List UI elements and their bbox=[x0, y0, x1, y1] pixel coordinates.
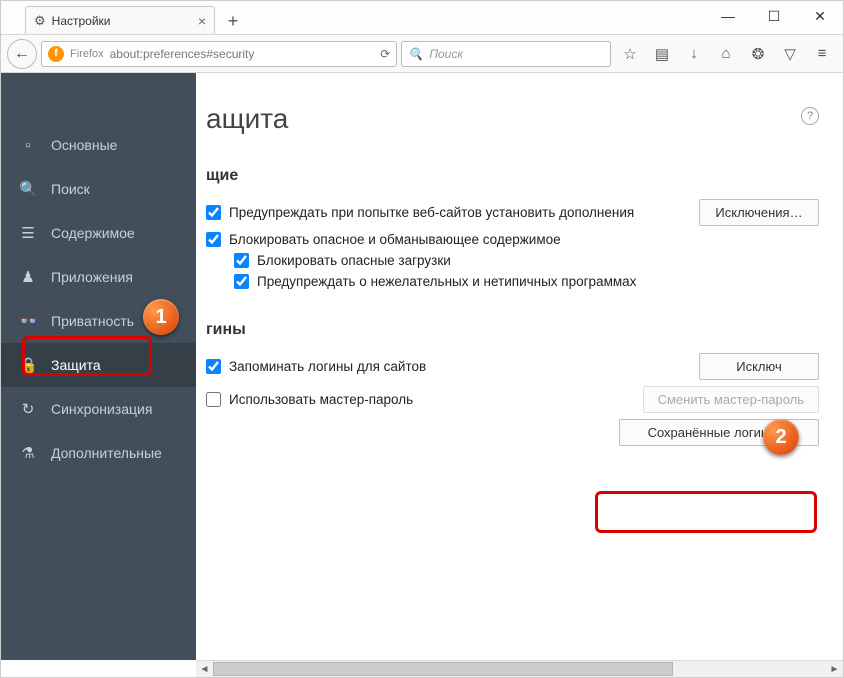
firefox-icon: f bbox=[48, 46, 64, 62]
sync-icon[interactable]: ❂ bbox=[743, 39, 773, 69]
tab-settings[interactable]: ⚙ Настройки × bbox=[25, 6, 215, 34]
tab-close-icon[interactable]: × bbox=[198, 13, 206, 29]
sync-sidebar-icon: ↻ bbox=[19, 400, 37, 418]
scroll-right-arrow[interactable]: ► bbox=[826, 661, 843, 678]
search-icon: 🔍 bbox=[408, 47, 423, 61]
section-logins-heading: гины bbox=[206, 321, 819, 339]
url-bar[interactable]: f Firefox about:preferences#security ⟳ bbox=[41, 41, 397, 67]
sidebar-item-label: Основные bbox=[51, 137, 117, 153]
applications-icon: ♟ bbox=[19, 268, 37, 286]
search-bar[interactable]: 🔍 Поиск bbox=[401, 41, 611, 67]
advanced-icon: ⚗ bbox=[19, 444, 37, 462]
pocket-icon[interactable]: ▽ bbox=[775, 39, 805, 69]
use-master-password-checkbox[interactable] bbox=[206, 392, 221, 407]
use-master-password-label: Использовать мастер-пароль bbox=[229, 392, 413, 407]
sidebar-item-label: Синхронизация bbox=[51, 401, 152, 417]
sidebar-item-label: Содержимое bbox=[51, 225, 135, 241]
reload-icon[interactable]: ⟳ bbox=[380, 47, 390, 61]
block-dangerous-label: Блокировать опасное и обманывающее содер… bbox=[229, 232, 561, 247]
search-placeholder: Поиск bbox=[429, 47, 463, 61]
scroll-thumb[interactable] bbox=[213, 662, 673, 676]
page-title: ащита bbox=[206, 103, 819, 135]
url-text: about:preferences#security bbox=[110, 47, 255, 61]
sidebar-item-advanced[interactable]: ⚗ Дополнительные bbox=[1, 431, 196, 475]
privacy-icon: 👓 bbox=[19, 312, 37, 330]
search-icon: 🔍 bbox=[19, 180, 37, 198]
sidebar-item-sync[interactable]: ↻ Синхронизация bbox=[1, 387, 196, 431]
window-close-button[interactable]: ✕ bbox=[797, 1, 843, 31]
navbar: ← f Firefox about:preferences#security ⟳… bbox=[1, 35, 843, 73]
block-downloads-label: Блокировать опасные загрузки bbox=[257, 253, 451, 268]
scroll-track[interactable] bbox=[213, 661, 826, 677]
change-master-password-button[interactable]: Сменить мастер-пароль bbox=[643, 386, 819, 413]
warn-addons-label: Предупреждать при попытке веб-сайтов уст… bbox=[229, 205, 634, 220]
identity-label: Firefox bbox=[70, 48, 104, 60]
back-button[interactable]: ← bbox=[7, 39, 37, 69]
bookmark-star-icon[interactable]: ☆ bbox=[615, 39, 645, 69]
exceptions-button[interactable]: Исключения… bbox=[699, 199, 819, 226]
menu-icon[interactable]: ≡ bbox=[807, 39, 837, 69]
block-dangerous-checkbox[interactable] bbox=[206, 232, 221, 247]
content-icon: ☰ bbox=[19, 224, 37, 242]
sidebar-item-general[interactable]: ▫ Основные bbox=[1, 123, 196, 167]
help-icon[interactable]: ? bbox=[801, 107, 819, 125]
tab-label: Настройки bbox=[52, 14, 111, 28]
warn-unwanted-label: Предупреждать о нежелательных и нетипичн… bbox=[257, 274, 636, 289]
sidebar-item-security[interactable]: 🔒 Защита bbox=[1, 343, 196, 387]
library-icon[interactable]: ▤ bbox=[647, 39, 677, 69]
general-icon: ▫ bbox=[19, 137, 37, 154]
sidebar-item-label: Поиск bbox=[51, 181, 90, 197]
sidebar-item-label: Дополнительные bbox=[51, 445, 162, 461]
sidebar-item-search[interactable]: 🔍 Поиск bbox=[1, 167, 196, 211]
sidebar-item-applications[interactable]: ♟ Приложения bbox=[1, 255, 196, 299]
window-minimize-button[interactable]: — bbox=[705, 1, 751, 31]
sidebar-item-label: Защита bbox=[51, 357, 101, 373]
annotation-marker-2: 2 bbox=[763, 419, 799, 455]
warn-unwanted-checkbox[interactable] bbox=[234, 274, 249, 289]
block-downloads-checkbox[interactable] bbox=[234, 253, 249, 268]
sidebar-item-content[interactable]: ☰ Содержимое bbox=[1, 211, 196, 255]
main-panel: ащита ? щие Предупреждать при попытке ве… bbox=[196, 73, 843, 660]
window-maximize-button[interactable]: ☐ bbox=[751, 1, 797, 31]
lock-icon: 🔒 bbox=[19, 356, 37, 374]
remember-logins-label: Запоминать логины для сайтов bbox=[229, 359, 426, 374]
sidebar: ▫ Основные 🔍 Поиск ☰ Содержимое ♟ Прилож… bbox=[1, 73, 196, 660]
section-general-heading: щие bbox=[206, 167, 819, 185]
sidebar-item-label: Приватность bbox=[51, 313, 134, 329]
annotation-marker-1: 1 bbox=[143, 299, 179, 335]
new-tab-button[interactable]: + bbox=[219, 8, 247, 34]
scroll-left-arrow[interactable]: ◄ bbox=[196, 661, 213, 678]
horizontal-scrollbar[interactable]: ◄ ► bbox=[196, 660, 843, 677]
login-exceptions-button[interactable]: Исключ bbox=[699, 353, 819, 380]
warn-addons-checkbox[interactable] bbox=[206, 205, 221, 220]
remember-logins-checkbox[interactable] bbox=[206, 359, 221, 374]
gear-icon: ⚙ bbox=[34, 13, 46, 29]
home-icon[interactable]: ⌂ bbox=[711, 39, 741, 69]
downloads-icon[interactable]: ↓ bbox=[679, 39, 709, 69]
sidebar-item-label: Приложения bbox=[51, 269, 133, 285]
